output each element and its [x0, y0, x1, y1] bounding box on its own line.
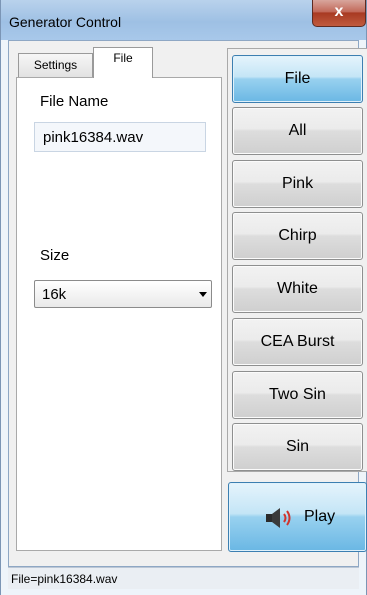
size-select[interactable]: 16k	[34, 280, 212, 308]
tab-settings-label: Settings	[33, 58, 78, 72]
play-button-label: Play	[304, 508, 336, 525]
generator-button-white[interactable]: White	[232, 265, 363, 313]
title-bar[interactable]: Generator Control x	[1, 0, 366, 40]
generator-button-label: All	[288, 122, 307, 139]
tab-file[interactable]: File	[93, 47, 153, 78]
generator-button-all[interactable]: All	[232, 107, 363, 155]
generator-button-label: White	[277, 280, 318, 297]
generator-button-label: Sin	[285, 438, 310, 455]
generator-button-chirp[interactable]: Chirp	[232, 212, 363, 260]
status-text: File=pink16384.wav	[11, 572, 118, 586]
tab-file-label: File	[113, 51, 133, 65]
generator-button-sin[interactable]: Sin	[232, 423, 363, 471]
window-title: Generator Control	[9, 14, 122, 30]
size-label: Size	[40, 247, 70, 264]
file-name-label: File Name	[40, 93, 109, 110]
close-icon: x	[334, 3, 344, 20]
generator-button-cea-burst[interactable]: CEA Burst	[232, 318, 363, 366]
close-button[interactable]: x	[312, 0, 366, 27]
generator-button-label: Chirp	[278, 227, 317, 244]
play-button[interactable]: Play	[228, 482, 367, 552]
chevron-down-icon[interactable]	[199, 292, 207, 297]
generator-button-two-sin[interactable]: Two Sin	[232, 371, 363, 419]
generator-button-label: CEA Burst	[260, 333, 335, 350]
file-name-value: pink16384.wav	[43, 129, 144, 146]
status-bar: File=pink16384.wav	[8, 567, 359, 589]
generator-button-label: Two Sin	[269, 386, 326, 403]
generator-button-file[interactable]: File	[232, 55, 363, 103]
size-select-value: 16k	[42, 286, 67, 303]
file-name-field[interactable]: pink16384.wav	[34, 122, 206, 152]
speaker-icon	[266, 508, 291, 528]
tab-settings[interactable]: Settings	[18, 53, 93, 77]
generator-button-label: File	[284, 70, 311, 87]
generator-button-label: Pink	[281, 175, 314, 192]
generator-button-pink[interactable]: Pink	[232, 160, 363, 208]
